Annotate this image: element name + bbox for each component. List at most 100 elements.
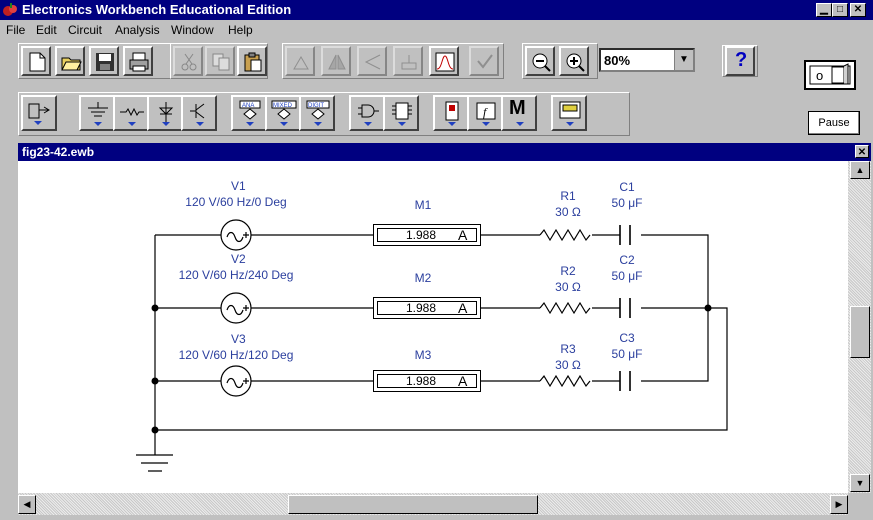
r2-name: R2 bbox=[560, 264, 576, 278]
m1-reading: 1.988 bbox=[406, 228, 437, 242]
menu-edit[interactable]: Edit bbox=[36, 23, 57, 37]
svg-text:MIXED: MIXED bbox=[273, 103, 293, 109]
instrument-icon bbox=[559, 101, 581, 126]
subcircuit-button[interactable] bbox=[393, 46, 423, 76]
menu-file[interactable]: File bbox=[6, 23, 25, 37]
flip-horizontal-button[interactable] bbox=[321, 46, 351, 76]
close-button[interactable]: ✕ bbox=[850, 3, 866, 17]
edit-toolbar bbox=[282, 43, 504, 79]
copy-button[interactable] bbox=[205, 46, 235, 76]
rotate-button[interactable] bbox=[285, 46, 315, 76]
chip-icon bbox=[392, 102, 412, 126]
control-function-icon: f bbox=[476, 102, 496, 126]
junction-dot bbox=[151, 304, 159, 312]
parts-bin-sources-button[interactable] bbox=[79, 95, 115, 131]
title-bar[interactable]: Electronics Workbench Educational Editio… bbox=[0, 0, 873, 20]
new-button[interactable] bbox=[21, 46, 51, 76]
ammeter-m1[interactable]: 1.988 A bbox=[373, 224, 481, 246]
scroll-down-button[interactable]: ▼ bbox=[850, 474, 870, 492]
menu-window[interactable]: Window bbox=[171, 23, 214, 37]
new-document-icon bbox=[29, 52, 46, 72]
parts-bin-favorites-button[interactable] bbox=[21, 95, 57, 131]
help-button[interactable]: ? bbox=[725, 46, 755, 76]
junction-dot bbox=[151, 426, 159, 434]
vertical-scrollbar[interactable]: ▲ ▼ bbox=[848, 161, 871, 493]
m3-name: M3 bbox=[414, 348, 432, 362]
menu-circuit[interactable]: Circuit bbox=[68, 23, 102, 37]
resistor-icon bbox=[120, 107, 144, 126]
parts-bin-miscellaneous-button[interactable]: M bbox=[501, 95, 537, 131]
open-folder-icon bbox=[61, 57, 82, 71]
scroll-up-button[interactable]: ▲ bbox=[850, 161, 870, 179]
parts-bin-analog-button[interactable]: ANA bbox=[231, 95, 267, 131]
component-properties-button[interactable] bbox=[469, 46, 499, 76]
help-icon: ? bbox=[735, 49, 748, 71]
parts-bin-indicators-button[interactable] bbox=[433, 95, 469, 131]
transistor-icon bbox=[190, 103, 205, 126]
c1-name: C1 bbox=[619, 180, 635, 194]
m2-name: M2 bbox=[414, 271, 432, 285]
open-button[interactable] bbox=[55, 46, 85, 76]
c2-name: C2 bbox=[619, 253, 635, 267]
zoom-out-button[interactable] bbox=[525, 46, 555, 76]
document-close-button[interactable]: ✕ bbox=[855, 145, 869, 158]
c3-name: C3 bbox=[619, 331, 635, 345]
r3-value: 30 Ω bbox=[555, 358, 581, 372]
graph-button[interactable] bbox=[429, 46, 459, 76]
arrow-down-icon: ▼ bbox=[855, 478, 865, 488]
ammeter-m3[interactable]: 1.988 A bbox=[373, 370, 481, 392]
parts-bin-basic-button[interactable] bbox=[113, 95, 149, 131]
power-switch[interactable]: o bbox=[804, 60, 856, 90]
ground-symbol bbox=[136, 454, 173, 472]
ammeter-m2[interactable]: 1.988 A bbox=[373, 297, 481, 319]
graph-icon bbox=[435, 52, 455, 72]
zoom-in-button[interactable] bbox=[559, 46, 589, 76]
window-title: Electronics Workbench Educational Editio… bbox=[22, 2, 292, 17]
circuit-canvas[interactable]: V1 120 V/60 Hz/0 Deg V2 120 V/60 Hz/240 … bbox=[18, 161, 848, 493]
save-button[interactable] bbox=[89, 46, 119, 76]
m3-unit: A bbox=[458, 373, 468, 389]
scroll-left-button[interactable]: ◀ bbox=[18, 495, 36, 514]
zoom-select[interactable]: 80% ▼ bbox=[599, 48, 695, 72]
c1-value: 50 μF bbox=[611, 196, 643, 210]
parts-bin-digital-ic-button[interactable] bbox=[383, 95, 419, 131]
dropdown-arrow-icon[interactable]: ▼ bbox=[674, 50, 693, 70]
flip-vertical-button[interactable] bbox=[357, 46, 387, 76]
parts-bin-digital-button[interactable]: DIGIT bbox=[299, 95, 335, 131]
logic-gate-icon bbox=[358, 104, 379, 126]
scroll-corner bbox=[848, 493, 871, 515]
vertical-scroll-thumb[interactable] bbox=[850, 306, 870, 358]
parts-bin-diodes-button[interactable] bbox=[147, 95, 183, 131]
parts-bin-instruments-button[interactable] bbox=[551, 95, 587, 131]
v1-spec: 120 V/60 Hz/0 Deg bbox=[185, 195, 287, 209]
zoom-in-icon bbox=[566, 53, 585, 72]
sine-icon bbox=[226, 231, 244, 243]
m1-name: M1 bbox=[414, 198, 432, 212]
horizontal-scroll-thumb[interactable] bbox=[288, 495, 538, 514]
parts-bin-controls-button[interactable]: f bbox=[467, 95, 503, 131]
maximize-button[interactable]: □ bbox=[832, 3, 848, 17]
cut-button[interactable] bbox=[173, 46, 203, 76]
v2-spec: 120 V/60 Hz/240 Deg bbox=[178, 268, 294, 282]
menu-help[interactable]: Help bbox=[228, 23, 253, 37]
clipboard-toolbar bbox=[170, 43, 268, 79]
svg-text:ANA: ANA bbox=[242, 103, 254, 109]
document-title-bar[interactable]: fig23-42.ewb ✕ bbox=[18, 143, 871, 161]
parts-bin-mixed-button[interactable]: MIXED bbox=[265, 95, 301, 131]
app-icon bbox=[2, 2, 18, 18]
pause-button[interactable]: Pause bbox=[808, 111, 860, 135]
parts-bin-transistors-button[interactable] bbox=[181, 95, 217, 131]
print-button[interactable] bbox=[123, 46, 153, 76]
document-title: fig23-42.ewb bbox=[22, 145, 95, 159]
maximize-icon: □ bbox=[836, 4, 844, 15]
m2-reading: 1.988 bbox=[406, 301, 437, 315]
meter-display: 1.988 A bbox=[377, 228, 477, 242]
minimize-button[interactable]: ▁ bbox=[816, 3, 832, 17]
parts-bin-logic-gates-button[interactable] bbox=[349, 95, 385, 131]
digital-ic-icon: DIGIT bbox=[306, 100, 330, 126]
scroll-right-button[interactable]: ▶ bbox=[830, 495, 848, 514]
menu-analysis[interactable]: Analysis bbox=[115, 23, 160, 37]
c3-value: 50 μF bbox=[611, 347, 643, 361]
paste-button[interactable] bbox=[237, 46, 267, 76]
horizontal-scrollbar[interactable]: ◀ ▶ bbox=[18, 493, 848, 515]
